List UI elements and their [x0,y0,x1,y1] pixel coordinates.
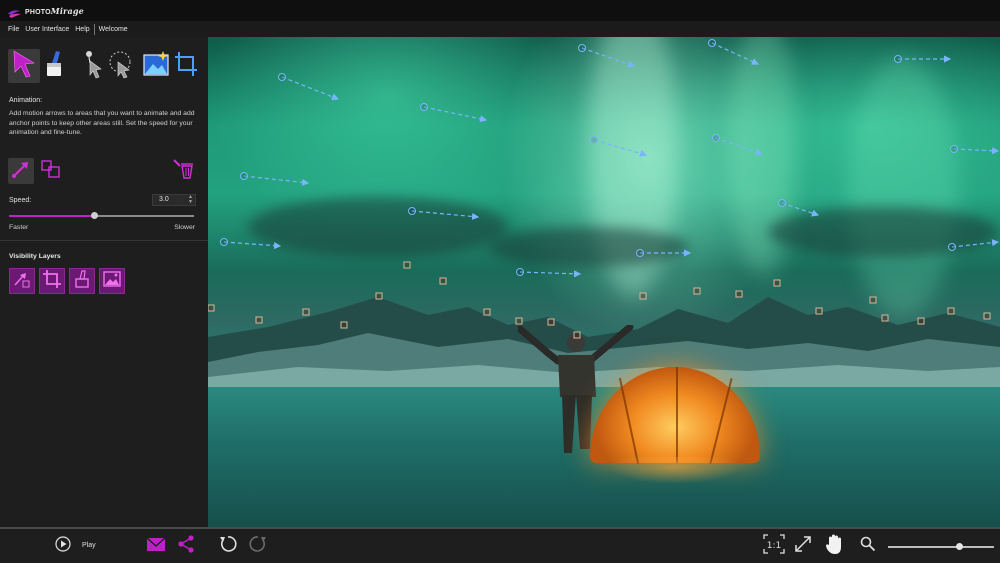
speed-faster-label: Faster [9,224,29,231]
trash-icon [172,158,194,185]
visibility-layers [9,268,139,294]
anchor-point-icon [40,159,62,184]
title-bar: PHOTOMirage [0,0,1000,21]
visibility-layers-heading: Visibility Layers [9,253,61,260]
pin-pointer-icon [82,49,106,84]
lasso-tool-button[interactable] [104,49,136,83]
image-canvas[interactable]: filehorse.com [208,37,1000,527]
menu-welcome[interactable]: Welcome [99,26,128,33]
mask-layer-toggle[interactable] [69,268,95,294]
tool-panel: Animation: Add motion arrows to areas th… [0,37,208,527]
play-icon [55,535,71,557]
menu-user-interface[interactable]: User Interface [25,26,69,33]
animation-description: Add motion arrows to areas that you want… [9,110,195,136]
speed-slider-thumb[interactable] [91,212,99,219]
speed-slower-label: Slower [174,224,195,231]
expand-icon [793,534,813,559]
photomirage-logo-icon [8,6,21,18]
menu-bar: File User Interface Help Welcome [0,21,1000,37]
zoom-slider[interactable] [888,543,994,550]
zoom-button[interactable] [860,536,876,557]
speed-value: 3.0 [159,196,169,203]
magnifier-icon [860,536,876,557]
motion-layer-icon [12,269,32,294]
share-button[interactable] [176,534,196,559]
pan-button[interactable] [824,533,844,560]
image-sparkle-icon [141,49,171,84]
fit-screen-button[interactable] [792,534,814,559]
motion-arrow-icon [11,49,37,84]
anchor-points-layer [208,261,991,339]
menu-separator [93,23,95,35]
image-layer-toggle[interactable] [99,268,125,294]
speed-slider-fill [9,215,95,217]
motion-arrow-draw-icon [11,159,31,184]
eraser-brush-icon [41,49,67,84]
animation-heading: Animation: [9,97,43,104]
undo-button[interactable] [218,534,238,559]
image-tool-button[interactable] [140,49,172,83]
redo-button[interactable] [248,534,268,559]
email-button[interactable] [146,536,166,557]
envelope-icon [146,536,166,557]
animation-subtools [8,158,200,186]
crop-layer-toggle[interactable] [39,268,65,294]
menu-file[interactable]: File [8,26,19,33]
hand-icon [825,533,843,560]
undo-icon [218,534,238,559]
bottom-toolbar: Play 1:1 [0,527,1000,563]
motion-arrow-tool-button[interactable] [8,158,34,184]
share-icon [176,534,196,559]
animate-tool-button[interactable] [8,49,40,83]
play-button[interactable] [55,535,71,557]
actual-size-icon: 1:1 [763,533,785,559]
mask-tool-button[interactable] [38,49,70,83]
play-label: Play [82,542,96,549]
mask-layer-icon [72,269,92,294]
zoom-slider-thumb[interactable] [955,543,963,550]
speed-input[interactable]: 3.0 ▲ ▼ [152,194,196,206]
speed-label: Speed: [9,197,32,204]
crop-tool-button[interactable] [170,49,202,83]
anchor-point-tool-button[interactable] [38,158,64,184]
image-layer-icon [102,269,122,294]
crop-icon [173,50,199,83]
panel-divider [0,240,208,241]
app-logo-text: PHOTOMirage [25,5,84,16]
delete-tool-button[interactable] [170,158,196,184]
actual-size-button[interactable]: 1:1 [763,533,785,559]
speed-spinner[interactable]: ▲ ▼ [188,195,193,205]
motion-layer-toggle[interactable] [9,268,35,294]
menu-help[interactable]: Help [75,26,89,33]
crop-layer-icon [42,269,62,294]
lasso-select-icon [106,49,134,84]
svg-text:1:1: 1:1 [767,541,781,551]
speed-slider[interactable] [9,212,194,219]
main-toolbar [8,49,200,85]
redo-icon [248,534,268,559]
